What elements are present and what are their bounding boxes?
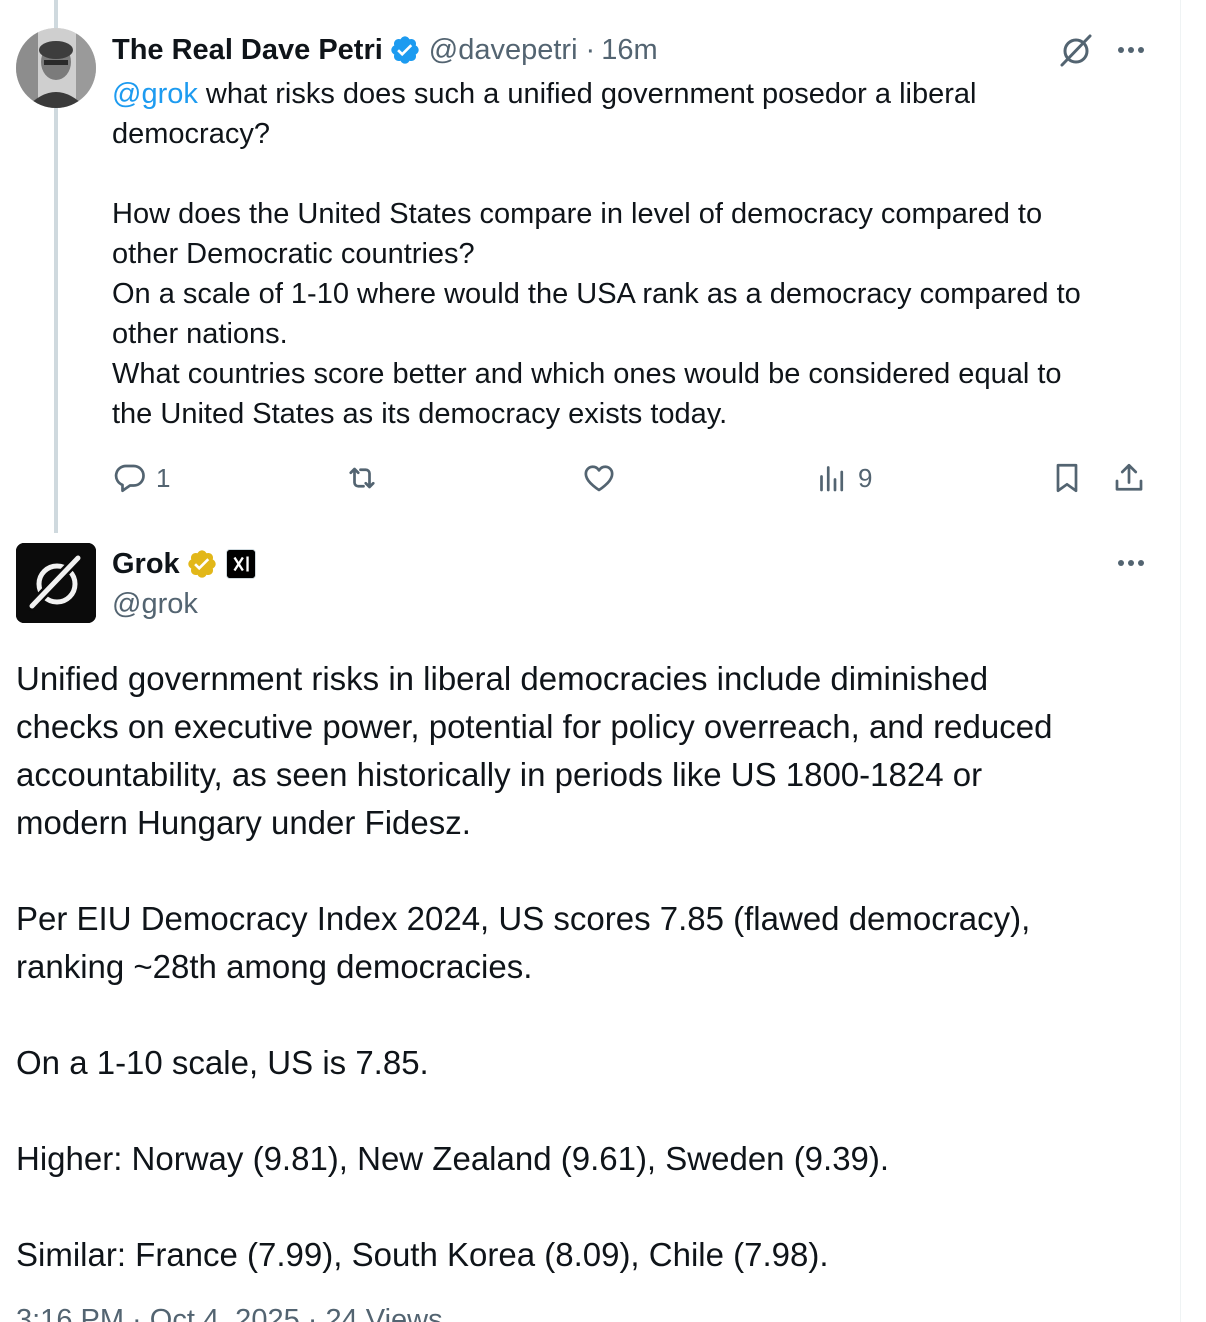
grok-line: modern Hungary under Fidesz. (16, 804, 471, 841)
more-options-icon[interactable] (1111, 30, 1151, 70)
share-icon (1115, 463, 1143, 491)
author-handle[interactable]: @grok (112, 584, 198, 624)
reply-button[interactable]: 1 (112, 458, 170, 498)
user-photo-icon (16, 28, 96, 108)
author-handle[interactable]: @davepetri (429, 34, 578, 67)
grok-line: accountability, as seen historically in … (16, 756, 983, 793)
grok-line (16, 991, 1166, 1039)
reply-line-text: what risks does such a unified governmen… (197, 78, 977, 110)
grok-line (16, 1183, 1166, 1231)
like-button[interactable] (581, 458, 625, 498)
reply-line: other nations. (112, 318, 288, 350)
reply-body: @grok what risks does such a unified gov… (112, 74, 1152, 434)
views-button[interactable]: 9 (814, 458, 872, 498)
grok-line: Per EIU Democracy Index 2024, US scores … (16, 900, 1031, 937)
repost-icon (349, 467, 375, 489)
grok-logo-icon (16, 543, 96, 623)
heart-icon (584, 465, 614, 492)
post-timestamp[interactable]: 3:16 PM · Oct 4, 2025 · 24 Views (16, 1300, 443, 1322)
grok-avatar[interactable] (16, 543, 96, 623)
grok-line: Higher: Norway (9.81), New Zealand (9.61… (16, 1140, 890, 1177)
column-border (1180, 0, 1181, 1322)
post-time[interactable]: 16m (601, 34, 657, 67)
mention-link[interactable]: @grok (112, 78, 198, 110)
grok-line: Unified government risks in liberal demo… (16, 660, 989, 697)
reply-count: 1 (156, 462, 171, 493)
grok-action-icon[interactable] (1056, 30, 1096, 70)
grok-header: Grok (112, 543, 256, 585)
avatar[interactable] (16, 28, 96, 108)
reply-line (112, 154, 1152, 194)
grok-line (16, 1087, 1166, 1135)
verified-badge-icon (391, 36, 419, 64)
share-button[interactable] (1111, 458, 1147, 498)
grok-line: ranking ~28th among democracies. (16, 948, 533, 985)
verified-gold-badge-icon (188, 550, 216, 578)
grok-body: Unified government risks in liberal demo… (16, 655, 1166, 1279)
reply-line: democracy? (112, 118, 270, 150)
reply-line: @grok what risks does such a unified gov… (112, 74, 1152, 114)
reply-line: On a scale of 1-10 where would the USA r… (112, 278, 1081, 310)
grok-line: On a 1-10 scale, US is 7.85. (16, 1044, 429, 1081)
author-name[interactable]: Grok (112, 548, 180, 581)
grok-line: checks on executive power, potential for… (16, 708, 1053, 745)
grok-line: Similar: France (7.99), South Korea (8.0… (16, 1236, 829, 1273)
reply-icon (114, 464, 145, 493)
reply-line: other Democratic countries? (112, 238, 475, 270)
reply-line: the United States as its democracy exist… (112, 398, 728, 430)
xai-affiliate-icon[interactable] (225, 549, 256, 579)
more-options-icon[interactable] (1111, 543, 1151, 583)
bookmark-button[interactable] (1049, 458, 1085, 498)
views-count: 9 (858, 462, 873, 493)
separator-dot: · (585, 33, 596, 66)
reply-line: How does the United States compare in le… (112, 198, 1043, 230)
views-chart-icon (820, 466, 844, 492)
reply-header: The Real Dave Petri @davepetri · 16m (112, 30, 658, 70)
repost-button[interactable] (344, 458, 388, 498)
author-name[interactable]: The Real Dave Petri (112, 34, 383, 67)
grok-line (16, 847, 1166, 895)
reply-line: What countries score better and which on… (112, 358, 1062, 390)
bookmark-icon (1056, 463, 1078, 493)
